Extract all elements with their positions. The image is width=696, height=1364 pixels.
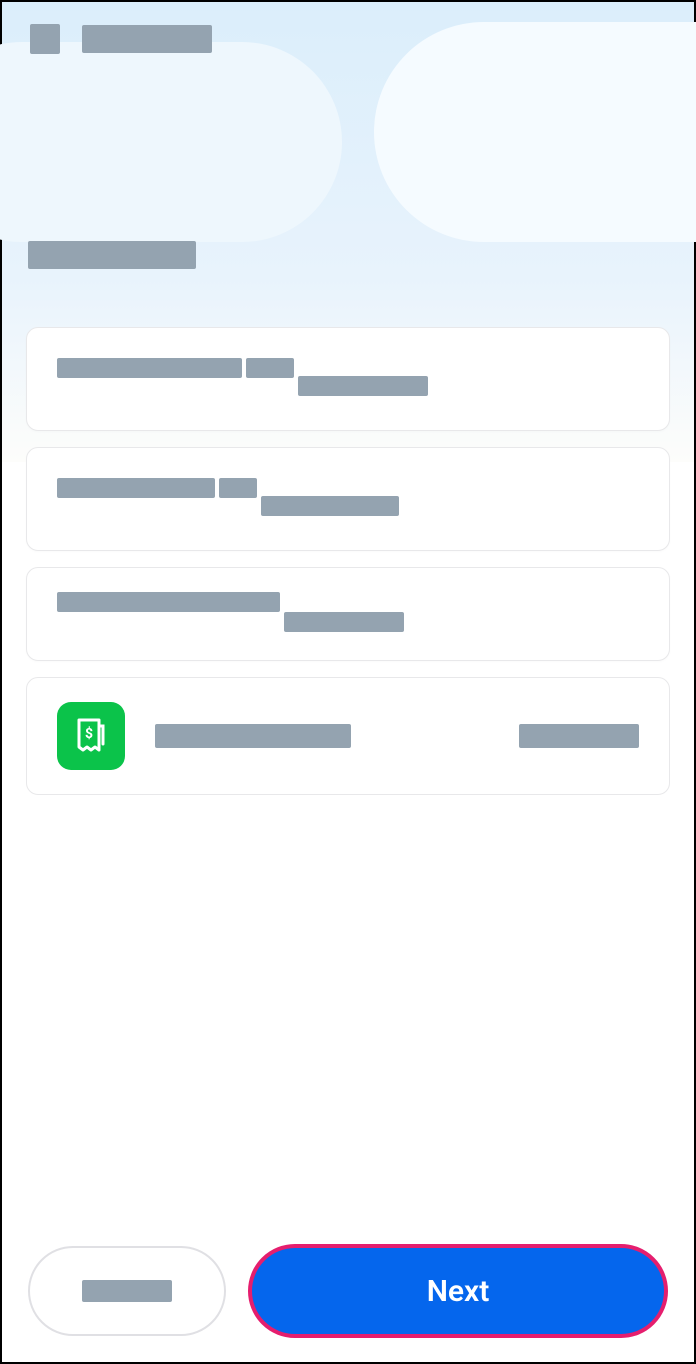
payment-value (519, 724, 639, 748)
app-header (2, 2, 694, 76)
back-button[interactable] (28, 1246, 226, 1336)
summary-card[interactable] (26, 447, 670, 551)
card-line (284, 612, 404, 632)
card-line (219, 478, 257, 498)
payment-method-card[interactable]: $ (26, 677, 670, 795)
summary-card[interactable] (26, 567, 670, 661)
receipt-dollar-icon: $ (57, 702, 125, 770)
payment-label (155, 724, 351, 748)
card-line (298, 376, 428, 396)
header-icon[interactable] (30, 24, 60, 54)
section-title (28, 241, 196, 269)
card-list: $ (2, 273, 694, 795)
next-button[interactable]: Next (248, 1244, 668, 1338)
card-line (57, 478, 215, 498)
footer-actions: Next (2, 1224, 694, 1362)
header-title (82, 25, 212, 53)
card-line (57, 358, 242, 378)
card-line (57, 592, 280, 612)
card-line (246, 358, 294, 378)
next-button-label: Next (427, 1274, 490, 1309)
back-button-label (82, 1280, 172, 1302)
card-line (261, 496, 399, 516)
summary-card[interactable] (26, 327, 670, 431)
svg-text:$: $ (85, 725, 93, 742)
